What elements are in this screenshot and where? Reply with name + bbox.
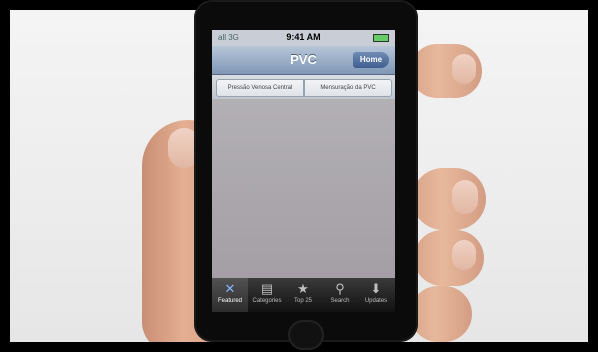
- finger-middle: [412, 168, 486, 230]
- status-time: 9:41 AM: [286, 32, 321, 42]
- download-icon: ⬇: [370, 281, 382, 296]
- home-button[interactable]: Home: [353, 52, 389, 68]
- tab-label: Search: [330, 298, 350, 304]
- tab-label: Categories: [252, 298, 282, 304]
- battery-icon: [373, 34, 389, 42]
- tab-label: Featured: [217, 298, 242, 304]
- fingernail: [452, 180, 478, 214]
- tab-label: Top 25: [293, 298, 312, 304]
- fingernail: [452, 240, 476, 270]
- phone-screen: all 3G 9:41 AM PVC Home Pressão Venosa C…: [212, 30, 395, 312]
- star-icon: ★: [297, 281, 309, 296]
- tab-categories[interactable]: ▤ Categories: [249, 278, 285, 312]
- content-area: [212, 99, 395, 278]
- tab-top25[interactable]: ★ Top 25: [285, 278, 321, 312]
- tab-label: Updates: [364, 298, 388, 304]
- tab-search[interactable]: ⚲ Search: [322, 278, 358, 312]
- fingernail: [452, 54, 476, 84]
- tab-bar: ✕ Featured ▤ Categories ★ Top 25 ⚲ Searc…: [212, 278, 395, 312]
- tab-featured[interactable]: ✕ Featured: [212, 278, 248, 312]
- categories-icon: ▤: [260, 281, 274, 296]
- finger-index: [410, 44, 482, 98]
- featured-icon: ✕: [224, 281, 236, 296]
- finger-ring: [414, 230, 484, 286]
- phone-home-button[interactable]: [288, 320, 324, 350]
- tab-updates[interactable]: ⬇ Updates: [358, 278, 394, 312]
- segmented-control: Pressão Venosa Central Mensuração da PVC: [212, 75, 395, 99]
- segment-pressao-venosa[interactable]: Pressão Venosa Central: [216, 79, 304, 97]
- segment-mensuracao[interactable]: Mensuração da PVC: [304, 79, 392, 97]
- finger-pinky: [410, 286, 472, 342]
- status-bar: all 3G 9:41 AM: [212, 30, 395, 46]
- nav-bar: PVC Home: [212, 46, 395, 75]
- search-icon: ⚲: [335, 281, 345, 296]
